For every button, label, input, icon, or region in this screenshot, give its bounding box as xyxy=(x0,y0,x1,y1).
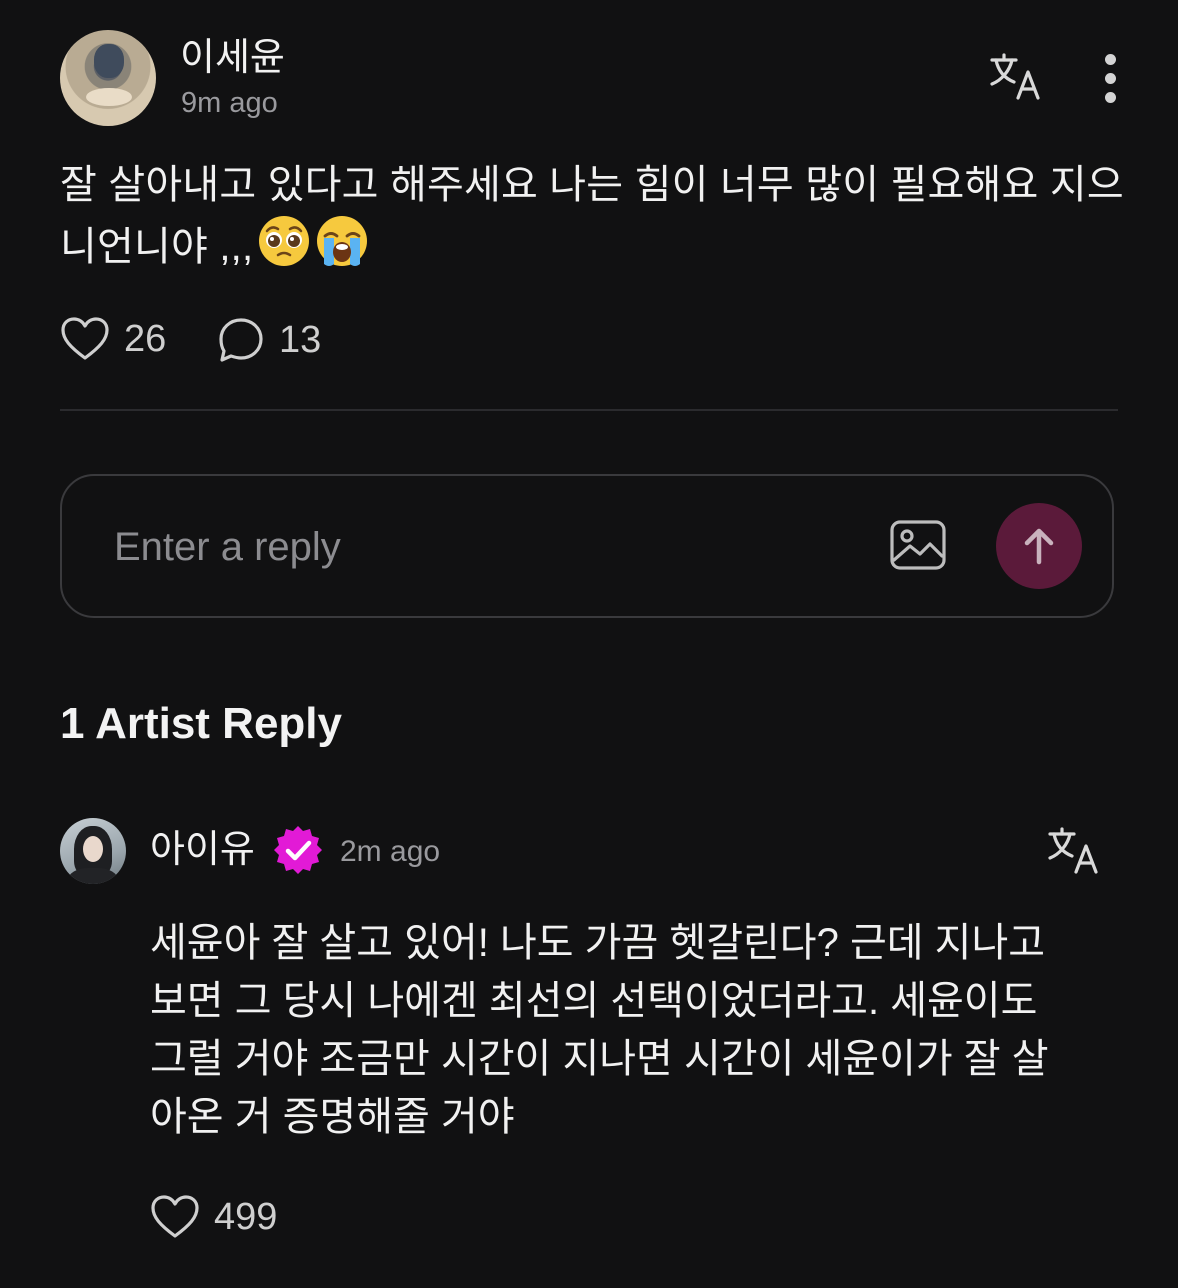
verified-icon xyxy=(272,824,324,876)
post-detail-page: 이세윤 9m ago 잘 살아내고 있다고 해주세요 나는 힘이 너무 많이 필… xyxy=(0,0,1178,1288)
artist-reply-like-count: 499 xyxy=(214,1195,278,1238)
post-body-text: 잘 살아내고 있다고 해주세요 나는 힘이 너무 많이 필요해요 지으니언니야 … xyxy=(60,163,1124,269)
author-name[interactable]: 이세윤 xyxy=(180,36,285,80)
artist-name[interactable]: 아이유 xyxy=(150,828,255,872)
artist-reply-timestamp: 2m ago xyxy=(340,835,441,868)
more-vertical-icon xyxy=(1105,54,1116,65)
artist-reply-like-button[interactable]: 499 xyxy=(150,1194,277,1240)
section-divider xyxy=(60,409,1118,411)
more-options-button[interactable] xyxy=(1090,50,1134,106)
author-avatar[interactable] xyxy=(60,30,156,126)
heart-icon xyxy=(61,317,109,360)
post-text: 잘 살아내고 있다고 해주세요 나는 힘이 너무 많이 필요해요 지으니언니야 … xyxy=(60,156,1130,284)
comment-button[interactable]: 13 xyxy=(217,316,321,364)
send-button[interactable] xyxy=(996,503,1082,589)
like-count: 26 xyxy=(124,317,167,360)
post-timestamp: 9m ago xyxy=(181,87,278,119)
image-icon[interactable] xyxy=(888,518,948,574)
comment-count: 13 xyxy=(279,318,322,361)
comment-icon xyxy=(219,318,263,362)
translate-icon[interactable] xyxy=(1046,826,1102,878)
artist-avatar[interactable] xyxy=(60,818,126,884)
pleading-face-emoji xyxy=(257,214,311,284)
heart-icon xyxy=(151,1195,199,1238)
like-button[interactable]: 26 xyxy=(60,316,166,362)
reply-composer xyxy=(60,474,1114,618)
loudly-crying-face-emoji xyxy=(315,214,369,284)
artist-reply-heading: 1 Artist Reply xyxy=(60,699,343,748)
arrow-up-icon xyxy=(1024,528,1054,565)
artist-reply-text: 세윤아 잘 살고 있어! 나도 가끔 헷갈린다? 근데 지나고 보면 그 당시 … xyxy=(150,921,1049,1139)
translate-icon[interactable] xyxy=(988,52,1044,104)
reply-input[interactable] xyxy=(112,516,816,578)
